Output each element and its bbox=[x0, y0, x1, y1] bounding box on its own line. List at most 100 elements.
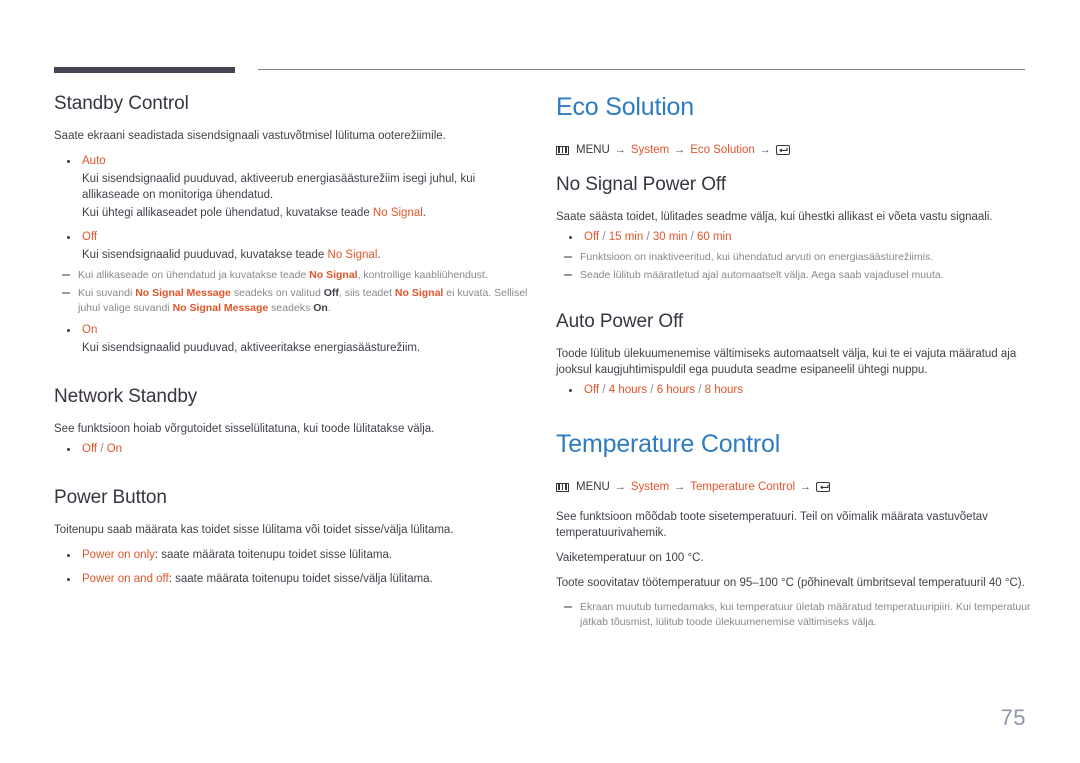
section-heading-eco-solution: Eco Solution bbox=[556, 93, 694, 121]
menu-path-label: MENU bbox=[576, 481, 610, 493]
value-off: Off bbox=[584, 384, 600, 396]
power-button-intro: Toitenupu saab määrata kas toidet sisse … bbox=[54, 524, 454, 536]
term-no-signal-message: No Signal Message bbox=[172, 302, 269, 314]
header-rule-thin bbox=[258, 69, 1025, 70]
term-no-signal: No Signal bbox=[394, 287, 444, 299]
section-heading-temperature-control: Temperature Control bbox=[556, 430, 781, 458]
value-separator: / bbox=[695, 384, 705, 396]
arrow-right-icon: → bbox=[674, 144, 686, 156]
menu-path-item-temperature-control: Temperature Control bbox=[690, 481, 796, 493]
value-30-min: 30 min bbox=[652, 231, 688, 243]
list-item-power-on-and-off: Power on and off: saate määrata toitenup… bbox=[54, 571, 529, 587]
section-heading-power-button: Power Button bbox=[54, 487, 167, 508]
menu-path-label: MENU bbox=[576, 144, 610, 156]
page-number: 75 bbox=[1000, 705, 1026, 730]
value-separator: / bbox=[687, 231, 697, 243]
menu-path-eco-solution: MENU → System → Eco Solution → bbox=[556, 142, 1031, 158]
section-heading-standby-control: Standby Control bbox=[54, 93, 189, 114]
term-no-signal: No Signal bbox=[372, 207, 423, 219]
list-item-auto: Auto bbox=[54, 153, 529, 169]
auto-line2-prefix: Kui ühtegi allikaseadet pole ühendatud, … bbox=[82, 207, 373, 219]
list-item-no-signal-power-off-values: Off / 15 min / 30 min / 60 min bbox=[556, 229, 1031, 245]
arrow-right-icon: → bbox=[759, 144, 771, 156]
note2-e: seadeks bbox=[268, 302, 314, 314]
section-heading-network-standby: Network Standby bbox=[54, 386, 198, 407]
note2-b: seadeks on valitud bbox=[230, 287, 324, 299]
note-overheat-protection: Ekraan muutub tumedamaks, kui temperatuu… bbox=[556, 600, 1031, 630]
term-no-signal: No Signal bbox=[327, 249, 378, 261]
note-cable-check: Kui allikaseade on ühendatud ja kuvataks… bbox=[54, 268, 529, 283]
standby-control-intro: Saate ekraani seadistada sisendsignaali … bbox=[54, 130, 446, 142]
option-label-power-on-only: Power on only bbox=[82, 549, 155, 561]
menu-icon bbox=[556, 145, 569, 155]
temperature-default-value: Vaiketemperatuur on 100 °C. bbox=[556, 552, 704, 564]
off-line1-prefix: Kui sisendsignaalid puuduvad, kuvatakse … bbox=[82, 249, 328, 261]
menu-path-temperature-control: MENU → System → Temperature Control → bbox=[556, 479, 1031, 495]
menu-path-item-eco-solution: Eco Solution bbox=[690, 144, 755, 156]
network-standby-intro: See funktsioon hoiab võrgutoidet sisselü… bbox=[54, 423, 435, 435]
value-separator: / bbox=[599, 384, 609, 396]
document-page: Standby Control Saate ekraani seadistada… bbox=[0, 0, 1080, 763]
temperature-control-intro: See funktsioon mõõdab toote sisetemperat… bbox=[556, 511, 988, 539]
value-on: On bbox=[106, 443, 123, 455]
value-off: Off bbox=[82, 443, 98, 455]
note2-a: Kui suvandi bbox=[78, 287, 136, 299]
value-off: Off bbox=[584, 231, 600, 243]
option-off-line-1: Kui sisendsignaalid puuduvad, kuvatakse … bbox=[54, 247, 529, 263]
note-pc-power-save: Funktsioon on inaktiveeritud, kui ühenda… bbox=[556, 250, 1031, 265]
no-signal-power-off-notes: Funktsioon on inaktiveeritud, kui ühenda… bbox=[556, 250, 1031, 283]
list-item-off: Off bbox=[54, 229, 529, 245]
temperature-recommended-range: Toote soovitatav töötemperatuur on 95–10… bbox=[556, 577, 1025, 589]
value-separator: / bbox=[643, 231, 653, 243]
no-signal-power-off-intro: Saate säästa toidet, lülitades seadme vä… bbox=[556, 211, 993, 223]
list-item-power-on-only: Power on only: saate määrata toitenupu t… bbox=[54, 547, 529, 563]
value-60-min: 60 min bbox=[696, 231, 732, 243]
option-auto-line-2: Kui ühtegi allikaseadet pole ühendatud, … bbox=[54, 205, 529, 221]
standby-control-notes: Kui allikaseade on ühendatud ja kuvataks… bbox=[54, 268, 529, 316]
list-item-auto-power-off-values: Off / 4 hours / 6 hours / 8 hours bbox=[556, 382, 1031, 398]
enter-key-icon bbox=[816, 482, 831, 492]
option-auto-line-1: Kui sisendsignaalid puuduvad, aktiveerub… bbox=[82, 173, 476, 201]
note1-prefix: Kui allikaseade on ühendatud ja kuvataks… bbox=[78, 269, 310, 281]
value-8-hours: 8 hours bbox=[704, 384, 743, 396]
option-desc-power-on-only: : saate määrata toitenupu toidet sisse l… bbox=[154, 549, 393, 561]
header-rule-thick bbox=[54, 67, 235, 73]
option-label-power-on-and-off: Power on and off bbox=[82, 573, 169, 585]
note1-suffix: , kontrollige kaabliühendust. bbox=[357, 269, 488, 281]
value-separator: / bbox=[599, 231, 609, 243]
note-no-signal-message: Kui suvandi No Signal Message seadeks on… bbox=[54, 286, 529, 316]
term-off: Off bbox=[323, 287, 339, 299]
term-on: On bbox=[313, 302, 328, 314]
right-column: Eco Solution MENU → System → Eco Solutio… bbox=[556, 93, 1031, 633]
option-on-line-1: Kui sisendsignaalid puuduvad, aktiveerit… bbox=[82, 342, 421, 354]
term-no-signal-message: No Signal Message bbox=[135, 287, 231, 299]
arrow-right-icon: → bbox=[614, 481, 626, 493]
off-line1-suffix: . bbox=[377, 249, 381, 261]
term-no-signal: No Signal bbox=[309, 269, 358, 281]
enter-key-icon bbox=[775, 145, 790, 155]
left-column: Standby Control Saate ekraani seadistada… bbox=[54, 93, 529, 589]
option-label-on: On bbox=[82, 324, 98, 336]
arrow-right-icon: → bbox=[614, 144, 626, 156]
value-6-hours: 6 hours bbox=[656, 384, 696, 396]
list-item-network-standby-values: Off / On bbox=[54, 441, 529, 457]
option-desc-power-on-and-off: : saate määrata toitenupu toidet sisse/v… bbox=[168, 573, 433, 585]
auto-line2-suffix: . bbox=[422, 207, 426, 219]
list-item-on: On bbox=[54, 322, 529, 338]
auto-power-off-intro: Toode lülitub ülekuumenemise vältimiseks… bbox=[556, 348, 1017, 376]
menu-path-item-system: System bbox=[630, 481, 670, 493]
note-auto-turnoff-time: Seade lülitub määratletud ajal automaats… bbox=[556, 268, 1031, 283]
section-heading-auto-power-off: Auto Power Off bbox=[556, 311, 684, 332]
menu-path-item-system: System bbox=[630, 144, 670, 156]
menu-icon bbox=[556, 482, 569, 492]
note2-c: , siis teadet bbox=[338, 287, 395, 299]
value-15-min: 15 min bbox=[608, 231, 644, 243]
value-4-hours: 4 hours bbox=[608, 384, 648, 396]
value-separator: / bbox=[647, 384, 657, 396]
arrow-right-icon: → bbox=[800, 481, 812, 493]
option-label-off: Off bbox=[82, 231, 98, 243]
arrow-right-icon: → bbox=[674, 481, 686, 493]
